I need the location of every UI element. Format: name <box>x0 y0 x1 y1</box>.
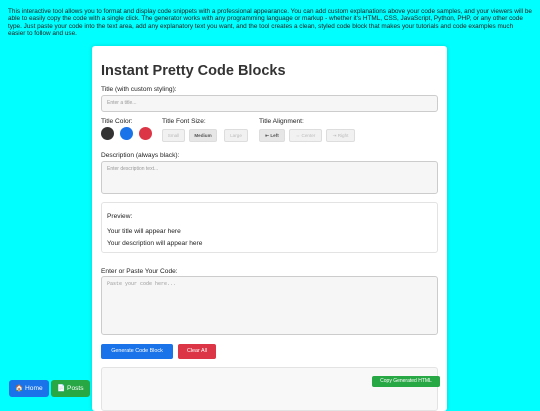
code-field-label: Enter or Paste Your Code: <box>101 268 178 275</box>
code-textarea[interactable]: Paste your code here... <box>101 276 438 335</box>
intro-text: This interactive tool allows you to form… <box>8 8 532 38</box>
title-field-label: Title (with custom styling): <box>101 86 177 93</box>
generate-button[interactable]: Generate Code Block <box>101 344 173 359</box>
font-size-large[interactable]: Large <box>224 129 248 142</box>
preview-description: Your description will appear here <box>107 240 203 247</box>
color-swatch-red[interactable] <box>139 127 152 140</box>
preview-heading: Preview: <box>107 213 133 220</box>
home-nav-button[interactable]: 🏠 Home <box>9 380 49 397</box>
description-textarea[interactable]: Enter description text... <box>101 161 438 194</box>
preview-title: Your title will appear here <box>107 228 181 235</box>
align-right-button[interactable]: ⇥ Right <box>326 129 355 142</box>
title-color-label: Title Color: <box>101 118 133 125</box>
title-input[interactable]: Enter a title... <box>101 95 438 112</box>
font-size-small[interactable]: Small <box>162 129 185 142</box>
copy-html-button[interactable]: Copy Generated HTML <box>372 376 440 387</box>
align-left-button[interactable]: ⇤ Left <box>259 129 285 142</box>
color-swatch-blue[interactable] <box>120 127 133 140</box>
font-size-label: Title Font Size: <box>162 118 206 125</box>
description-field-label: Description (always black): <box>101 152 180 159</box>
preview-box: Preview: Your title will appear here You… <box>101 202 438 253</box>
generator-card: Instant Pretty Code Blocks Title (with c… <box>92 46 447 411</box>
alignment-label: Title Alignment: <box>259 118 304 125</box>
page-title: Instant Pretty Code Blocks <box>101 63 286 79</box>
clear-all-button[interactable]: Clear All <box>178 344 216 359</box>
color-swatch-dark[interactable] <box>101 127 114 140</box>
align-center-button[interactable]: ⇔ Center <box>289 129 322 142</box>
font-size-medium[interactable]: Medium <box>189 129 217 142</box>
posts-nav-button[interactable]: 📄 Posts <box>51 380 90 397</box>
output-area: Copy Generated HTML <box>101 367 440 411</box>
